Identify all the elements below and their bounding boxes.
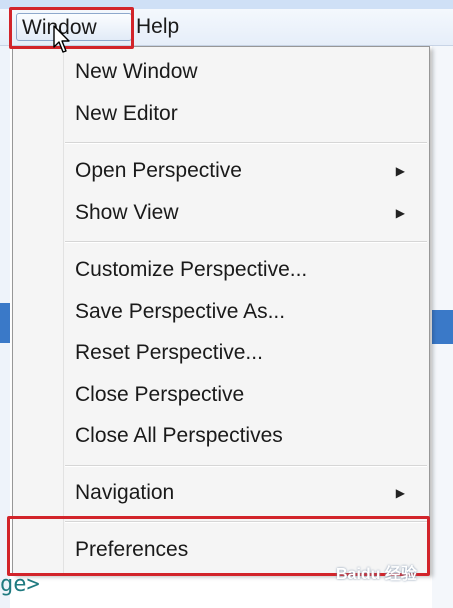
mouse-pointer-icon — [53, 25, 70, 53]
menu-item-customize-perspective[interactable]: Customize Perspective... — [75, 255, 415, 285]
menu-item-new-window[interactable]: New Window — [75, 57, 415, 87]
menu-separator — [65, 142, 427, 144]
editor-selection-right — [432, 310, 453, 344]
menu-item-navigation[interactable]: Navigation ▶ — [75, 478, 415, 508]
editor-selection-left — [0, 303, 10, 343]
menu-item-save-perspective-as[interactable]: Save Perspective As... — [75, 297, 415, 327]
menu-item-label: Navigation — [75, 481, 175, 504]
menu-item-label: Open Perspective — [75, 159, 242, 182]
window-dropdown-menu: New Window New Editor Open Perspective ▶… — [12, 46, 430, 574]
menu-separator — [65, 465, 427, 467]
menu-item-close-all-perspectives[interactable]: Close All Perspectives — [75, 421, 415, 451]
menu-item-reset-perspective[interactable]: Reset Perspective... — [75, 338, 415, 368]
menu-item-label: Show View — [75, 201, 179, 224]
chevron-right-icon: ▶ — [395, 486, 405, 500]
menu-separator — [65, 241, 427, 243]
watermark: Baidu 经验 — [336, 566, 417, 583]
chevron-right-icon: ▶ — [395, 164, 405, 178]
menu-item-show-view[interactable]: Show View ▶ — [75, 198, 415, 228]
menu-icon-gutter — [63, 47, 64, 573]
menu-item-close-perspective[interactable]: Close Perspective — [75, 380, 415, 410]
chevron-right-icon: ▶ — [395, 206, 405, 220]
menu-item-open-perspective[interactable]: Open Perspective ▶ — [75, 156, 415, 186]
menu-help[interactable]: Help — [130, 13, 185, 41]
menu-item-new-editor[interactable]: New Editor — [75, 99, 415, 129]
